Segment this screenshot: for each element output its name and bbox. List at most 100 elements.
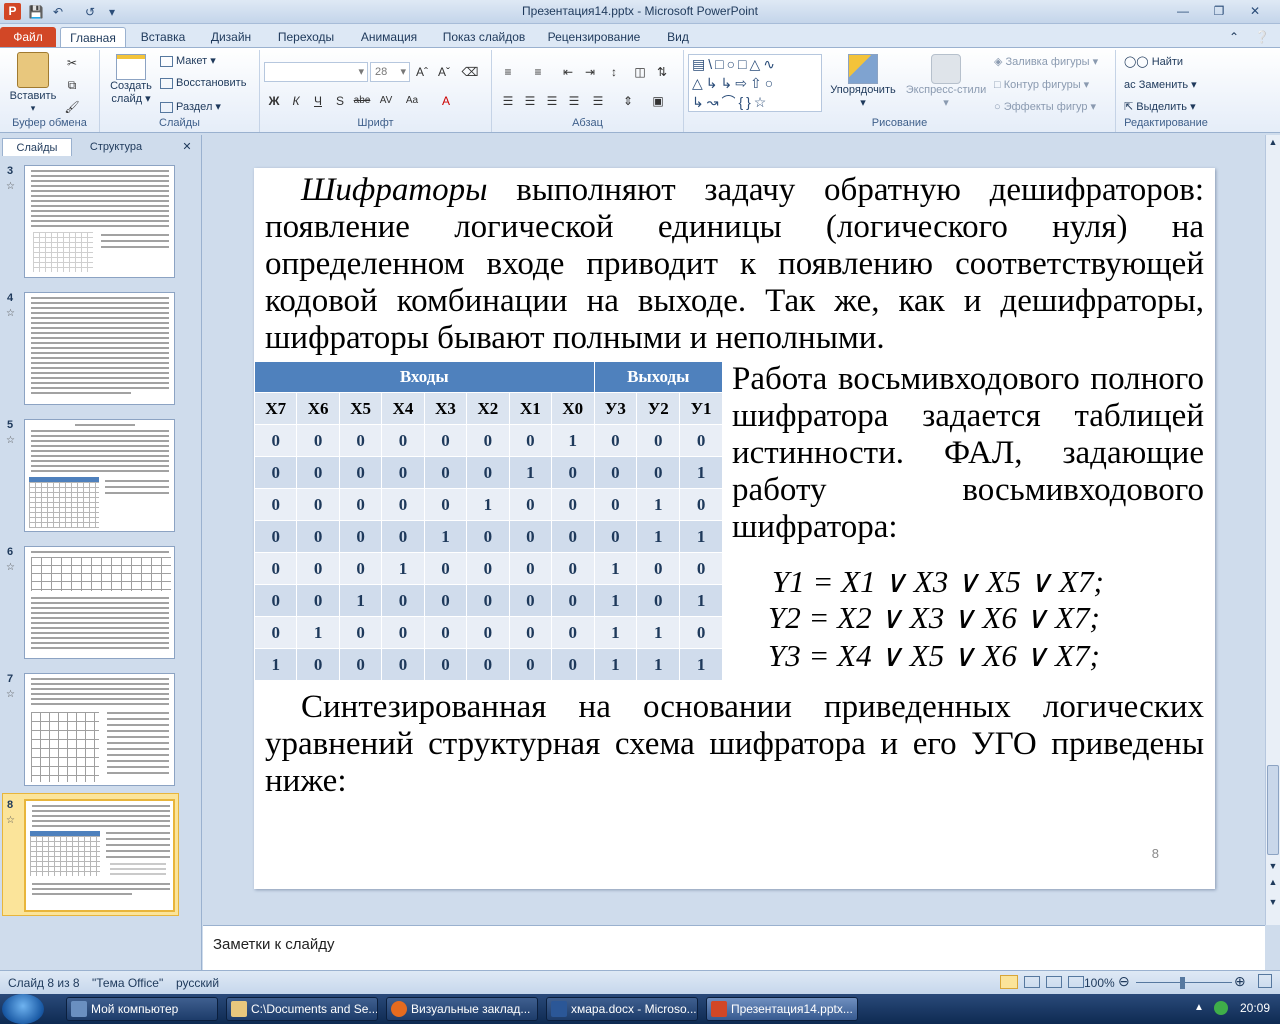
column-header: X4 — [381, 392, 425, 425]
tab-design[interactable]: Дизайн — [200, 27, 262, 47]
zoom-out-icon[interactable]: ⊖ — [1118, 973, 1130, 990]
paste-button[interactable]: Вставить ▾ — [6, 52, 60, 114]
align-right-icon[interactable]: ☰ — [542, 92, 562, 110]
tab-slides[interactable]: Слайды — [2, 138, 72, 156]
zoom-in-icon[interactable]: ⊕ — [1234, 973, 1246, 990]
clock[interactable]: 20:09 — [1240, 1001, 1270, 1015]
tab-home[interactable]: Главная — [60, 27, 126, 47]
clear-format-icon[interactable]: ⌫ — [460, 63, 480, 81]
select-button[interactable]: ⇱ Выделить ▾ — [1124, 100, 1196, 113]
help-icon[interactable]: ❔ — [1252, 27, 1272, 47]
smartart-icon[interactable]: ▣ — [648, 92, 668, 110]
taskbar-label: хмара.docx - Microso... — [571, 1002, 697, 1016]
tab-slideshow[interactable]: Показ слайдов — [436, 27, 532, 47]
bullets-icon[interactable]: ≡ — [498, 63, 518, 81]
cut-icon[interactable]: ✂ — [62, 54, 82, 72]
section-button[interactable]: Раздел ▾ — [160, 100, 221, 113]
table-cell: 0 — [423, 584, 468, 617]
column-spacing-icon[interactable]: ☰ — [588, 92, 608, 110]
table-cell: 0 — [636, 552, 681, 585]
case-icon[interactable]: Aa — [402, 92, 422, 110]
quick-styles-button[interactable]: Экспресс-стили ▾ — [904, 54, 988, 109]
justify-icon[interactable]: ☰ — [564, 92, 584, 110]
new-slide-button[interactable]: Создать слайд ▾ — [106, 54, 156, 105]
font-color-icon[interactable]: A — [436, 92, 456, 110]
zoom-slider-thumb[interactable] — [1180, 977, 1185, 989]
columns-icon[interactable]: ◫ — [630, 63, 650, 81]
scroll-up-icon[interactable]: ▲ — [1267, 137, 1279, 149]
theme-name[interactable]: "Тема Office" — [92, 976, 163, 990]
reading-view-icon[interactable] — [1046, 976, 1062, 988]
table-cell: 0 — [679, 616, 723, 649]
strikethrough-icon[interactable]: abe — [352, 92, 372, 110]
replace-button[interactable]: ac Заменить ▾ — [1124, 78, 1197, 91]
zoom-level[interactable]: 100% — [1084, 976, 1115, 990]
panel-close-icon[interactable]: ✕ — [178, 138, 196, 156]
font-size-combo[interactable]: 28 ▾ — [370, 62, 410, 82]
taskbar-item-word[interactable]: хмара.docx - Microso... — [546, 997, 698, 1021]
vertical-scrollbar[interactable]: ▲ ▼ ▲ ▼ — [1265, 135, 1280, 925]
minimize-button[interactable]: — — [1170, 2, 1196, 20]
shape-fill-button[interactable]: ◈ Заливка фигуры ▾ — [994, 55, 1098, 68]
tab-insert[interactable]: Вставка — [132, 27, 194, 47]
taskbar-item-my-computer[interactable]: Мой компьютер — [66, 997, 218, 1021]
scroll-thumb[interactable] — [1267, 765, 1279, 855]
bold-icon[interactable]: Ж — [264, 92, 284, 110]
font-name-combo[interactable]: ▾ — [264, 62, 368, 82]
format-painter-icon[interactable]: 🖌 — [62, 98, 82, 116]
truth-table[interactable]: Входы Выходы X7 X6 X5 X4 X3 X2 X1 X0 У3 У2 У1 0000… — [253, 361, 723, 681]
table-cell: 0 — [253, 520, 298, 553]
spacing-icon[interactable]: AV — [376, 92, 396, 110]
decrease-indent-icon[interactable]: ⇤ — [558, 63, 578, 81]
shadow-icon[interactable]: S — [330, 92, 350, 110]
align-text-icon[interactable]: ⇕ — [618, 92, 638, 110]
slide-paragraph-2[interactable]: Синтезированная на основании приведенных… — [265, 689, 1204, 800]
ribbon-minimize-icon[interactable]: ⌃ — [1224, 27, 1244, 47]
text-direction-icon[interactable]: ⇅ — [652, 63, 672, 81]
fit-to-window-icon[interactable] — [1258, 974, 1272, 988]
slide-sorter-icon[interactable] — [1024, 976, 1040, 988]
slide-canvas[interactable]: Шифраторы выполняют задачу обратную деши… — [253, 168, 1215, 889]
tab-view[interactable]: Вид — [656, 27, 700, 47]
shape-effects-button[interactable]: ○ Эффекты фигур ▾ — [994, 100, 1096, 113]
layout-button[interactable]: Макет ▾ — [160, 54, 216, 67]
italic-icon[interactable]: К — [286, 92, 306, 110]
slide-side-text[interactable]: Работа восьмивходового полного шифратора… — [732, 361, 1204, 546]
language-indicator[interactable]: русский — [176, 976, 219, 990]
notes-pane[interactable]: Заметки к слайду — [203, 925, 1265, 970]
shape-outline-button[interactable]: □ Контур фигуры ▾ — [994, 78, 1089, 91]
tray-app-icon[interactable] — [1214, 1001, 1228, 1015]
shrink-font-icon[interactable]: Aˇ — [434, 63, 454, 81]
slideshow-icon[interactable] — [1068, 976, 1084, 988]
tab-animation[interactable]: Анимация — [350, 27, 428, 47]
copy-icon[interactable]: ⧉ — [62, 76, 82, 94]
maximize-button[interactable]: ❐ — [1206, 2, 1232, 20]
scroll-down-icon[interactable]: ▼ — [1267, 861, 1279, 873]
editing-group-label: Редактирование — [1124, 117, 1208, 129]
tray-arrow-icon[interactable]: ▲ — [1194, 1002, 1204, 1013]
next-slide-icon[interactable]: ▼ — [1267, 897, 1279, 909]
arrange-button[interactable]: Упорядочить ▾ — [828, 54, 898, 109]
start-button[interactable] — [2, 994, 44, 1024]
taskbar-item-powerpoint[interactable]: Презентация14.pptx... — [706, 997, 858, 1021]
numbering-icon[interactable]: ≡ — [528, 63, 548, 81]
normal-view-icon[interactable] — [1000, 975, 1018, 989]
reset-button[interactable]: Восстановить — [160, 77, 246, 89]
tab-outline[interactable]: Структура — [74, 138, 158, 156]
align-left-icon[interactable]: ☰ — [498, 92, 518, 110]
close-button[interactable]: ✕ — [1242, 2, 1268, 20]
grow-font-icon[interactable]: Aˆ — [412, 63, 432, 81]
tab-transitions[interactable]: Переходы — [270, 27, 342, 47]
taskbar-item-documents[interactable]: C:\Documents and Se... — [226, 997, 378, 1021]
taskbar-item-firefox[interactable]: Визуальные заклад... — [386, 997, 538, 1021]
line-spacing-icon[interactable]: ↕ — [604, 63, 624, 81]
align-center-icon[interactable]: ☰ — [520, 92, 540, 110]
underline-icon[interactable]: Ч — [308, 92, 328, 110]
tab-file[interactable]: Файл — [0, 27, 56, 47]
find-button[interactable]: ◯◯ Найти — [1124, 55, 1183, 68]
slide-paragraph-1[interactable]: Шифраторы выполняют задачу обратную деши… — [265, 172, 1204, 357]
shapes-gallery[interactable]: ▤\□○□△∿ △↳↳⇨⇧○ ↳↝⌒{}☆ — [688, 54, 822, 112]
tab-review[interactable]: Рецензирование — [540, 27, 648, 47]
previous-slide-icon[interactable]: ▲ — [1267, 877, 1279, 889]
increase-indent-icon[interactable]: ⇥ — [580, 63, 600, 81]
